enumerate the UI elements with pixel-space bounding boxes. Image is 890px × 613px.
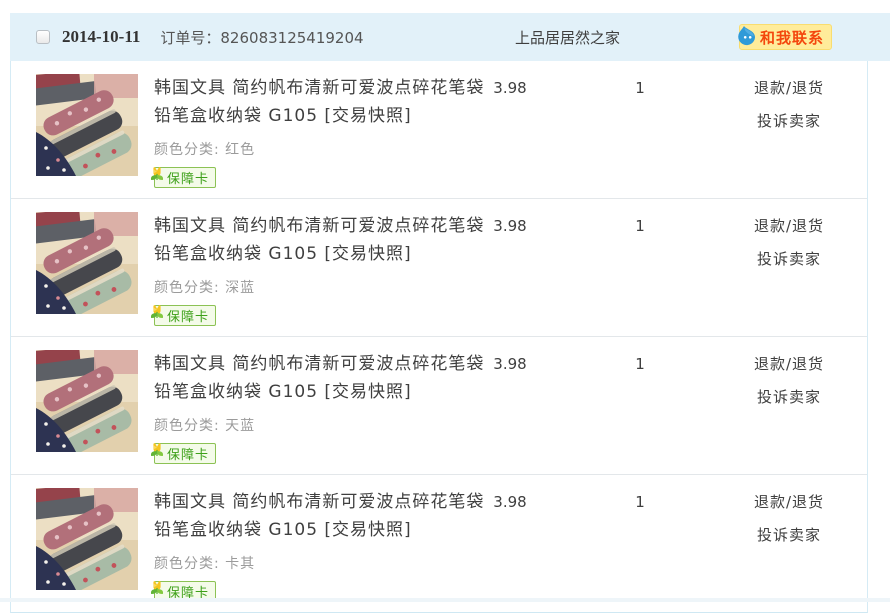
unit-price: 3.98 xyxy=(493,493,527,511)
product-title-link[interactable]: 韩国文具 简约帆布清新可爱波点碎花笔袋 铅笔盒收纳袋 G105 [交易快照] xyxy=(154,488,492,544)
sku-value: 深蓝 xyxy=(225,280,256,296)
product-cell: 韩国文具 简约帆布清新可爱波点碎花笔袋 铅笔盒收纳袋 G105 [交易快照] 颜… xyxy=(11,350,483,464)
order-select-checkbox[interactable] xyxy=(36,30,50,44)
sku-line: 颜色分类: 深蓝 xyxy=(154,277,492,297)
sku-line: 颜色分类: 天蓝 xyxy=(154,415,492,435)
refund-return-link[interactable]: 退款/退货 xyxy=(711,212,867,240)
product-info: 韩国文具 简约帆布清新可爱波点碎花笔袋 铅笔盒收纳袋 G105 [交易快照] 颜… xyxy=(150,212,492,326)
sku-value: 卡其 xyxy=(225,556,256,572)
product-cell: 韩国文具 简约帆布清新可爱波点碎花笔袋 铅笔盒收纳袋 G105 [交易快照] 颜… xyxy=(11,74,483,188)
unit-price: 3.98 xyxy=(493,79,527,97)
actions-cell: 退款/退货 投诉卖家 xyxy=(711,350,867,464)
warranty-card-badge[interactable]: 保障卡 xyxy=(150,166,217,188)
order-card: 2014-10-11 订单号：826083125419204 上品居居然之家 和… xyxy=(10,13,890,613)
complain-seller-link[interactable]: 投诉卖家 xyxy=(711,521,867,549)
refund-return-link[interactable]: 退款/退货 xyxy=(711,488,867,516)
complain-seller-link[interactable]: 投诉卖家 xyxy=(711,245,867,273)
actions-cell: 退款/退货 投诉卖家 xyxy=(711,212,867,326)
order-number: 订单号：826083125419204 xyxy=(160,28,364,47)
warranty-card-label: 保障卡 xyxy=(167,310,210,325)
order-items: 韩国文具 简约帆布清新可爱波点碎花笔袋 铅笔盒收纳袋 G105 [交易快照] 颜… xyxy=(10,61,868,613)
product-title-link[interactable]: 韩国文具 简约帆布清新可爱波点碎花笔袋 铅笔盒收纳袋 G105 [交易快照] xyxy=(154,74,492,130)
sku-label: 颜色分类: xyxy=(154,142,226,158)
order-item-row: 韩国文具 简约帆布清新可爱波点碎花笔袋 铅笔盒收纳袋 G105 [交易快照] 颜… xyxy=(11,198,867,336)
product-info: 韩国文具 简约帆布清新可爱波点碎花笔袋 铅笔盒收纳袋 G105 [交易快照] 颜… xyxy=(150,350,492,464)
shop-name[interactable]: 上品居居然之家 xyxy=(515,27,620,48)
wangwang-droplet-icon xyxy=(738,25,755,45)
product-thumbnail[interactable] xyxy=(36,74,138,176)
quantity: 1 xyxy=(635,217,645,235)
pencil-case-photo xyxy=(36,488,138,590)
quantity: 1 xyxy=(635,355,645,373)
tulip-flower-icon xyxy=(150,442,164,456)
warranty-card-label: 保障卡 xyxy=(167,172,210,187)
unit-price: 3.98 xyxy=(493,355,527,373)
product-thumbnail[interactable] xyxy=(36,212,138,314)
sku-label: 颜色分类: xyxy=(154,418,226,434)
quantity: 1 xyxy=(635,493,645,511)
warranty-card-label: 保障卡 xyxy=(167,448,210,463)
product-title-link[interactable]: 韩国文具 简约帆布清新可爱波点碎花笔袋 铅笔盒收纳袋 G105 [交易快照] xyxy=(154,212,492,268)
product-cell: 韩国文具 简约帆布清新可爱波点碎花笔袋 铅笔盒收纳袋 G105 [交易快照] 颜… xyxy=(11,488,483,602)
refund-return-link[interactable]: 退款/退货 xyxy=(711,350,867,378)
sku-line: 颜色分类: 红色 xyxy=(154,139,492,159)
contact-seller-label: 和我联系 xyxy=(760,28,825,47)
sku-line: 颜色分类: 卡其 xyxy=(154,553,492,573)
unit-price: 3.98 xyxy=(493,217,527,235)
order-date: 2014-10-11 xyxy=(62,27,141,46)
actions-cell: 退款/退货 投诉卖家 xyxy=(711,488,867,602)
warranty-card-badge[interactable]: 保障卡 xyxy=(150,304,217,326)
pencil-case-photo xyxy=(36,350,138,452)
next-section-edge xyxy=(0,598,890,602)
sku-label: 颜色分类: xyxy=(154,280,226,296)
warranty-card-badge[interactable]: 保障卡 xyxy=(150,442,217,464)
order-header-bar: 2014-10-11 订单号：826083125419204 上品居居然之家 和… xyxy=(10,13,890,61)
pencil-case-photo xyxy=(36,74,138,176)
contact-seller-button[interactable]: 和我联系 xyxy=(738,24,833,50)
tulip-flower-icon xyxy=(150,304,164,318)
product-thumbnail[interactable] xyxy=(36,350,138,452)
tulip-flower-icon xyxy=(150,580,164,594)
sku-value: 红色 xyxy=(225,142,256,158)
quantity: 1 xyxy=(635,79,645,97)
pencil-case-photo xyxy=(36,212,138,314)
actions-cell: 退款/退货 投诉卖家 xyxy=(711,74,867,188)
product-thumbnail[interactable] xyxy=(36,488,138,590)
complain-seller-link[interactable]: 投诉卖家 xyxy=(711,107,867,135)
refund-return-link[interactable]: 退款/退货 xyxy=(711,74,867,102)
order-item-row: 韩国文具 简约帆布清新可爱波点碎花笔袋 铅笔盒收纳袋 G105 [交易快照] 颜… xyxy=(11,336,867,474)
complain-seller-link[interactable]: 投诉卖家 xyxy=(711,383,867,411)
sku-value: 天蓝 xyxy=(225,418,256,434)
product-info: 韩国文具 简约帆布清新可爱波点碎花笔袋 铅笔盒收纳袋 G105 [交易快照] 颜… xyxy=(150,488,492,602)
product-info: 韩国文具 简约帆布清新可爱波点碎花笔袋 铅笔盒收纳袋 G105 [交易快照] 颜… xyxy=(150,74,492,188)
product-title-link[interactable]: 韩国文具 简约帆布清新可爱波点碎花笔袋 铅笔盒收纳袋 G105 [交易快照] xyxy=(154,350,492,406)
order-item-row: 韩国文具 简约帆布清新可爱波点碎花笔袋 铅笔盒收纳袋 G105 [交易快照] 颜… xyxy=(11,474,867,612)
sku-label: 颜色分类: xyxy=(154,556,226,572)
product-cell: 韩国文具 简约帆布清新可爱波点碎花笔袋 铅笔盒收纳袋 G105 [交易快照] 颜… xyxy=(11,212,483,326)
tulip-flower-icon xyxy=(150,166,164,180)
order-item-row: 韩国文具 简约帆布清新可爱波点碎花笔袋 铅笔盒收纳袋 G105 [交易快照] 颜… xyxy=(11,61,867,198)
